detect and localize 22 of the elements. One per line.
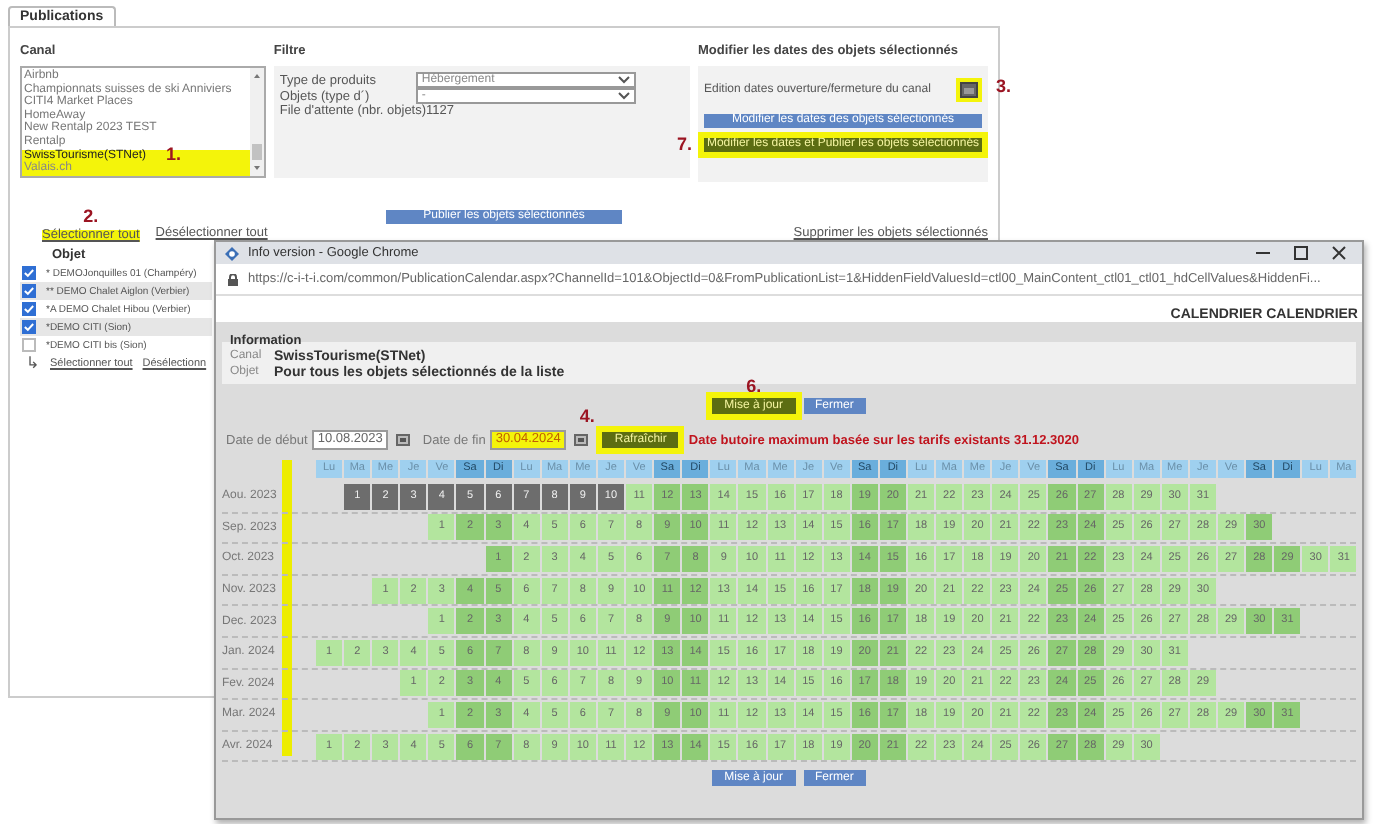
checkbox[interactable] xyxy=(22,266,36,280)
close-icon xyxy=(1332,246,1346,260)
step-number: 3. xyxy=(996,78,1012,96)
calendar-button[interactable] xyxy=(956,78,982,102)
calendar-icon xyxy=(960,82,978,98)
maximize-icon xyxy=(1294,246,1308,260)
checkbox[interactable] xyxy=(22,284,36,298)
step-number: 4. xyxy=(579,408,595,426)
scrollbar xyxy=(249,68,264,176)
checkbox[interactable] xyxy=(22,302,36,316)
checkbox[interactable] xyxy=(22,338,36,352)
step-number: 7. xyxy=(676,136,692,154)
step-number: 2. xyxy=(83,208,99,226)
arrow-glyph: ↳ xyxy=(26,356,40,372)
step-number: 6. xyxy=(746,378,762,396)
lock-icon xyxy=(228,273,238,285)
calendar-icon xyxy=(574,434,589,446)
calendar-button[interactable] xyxy=(574,434,589,446)
calendar-icon xyxy=(396,434,411,446)
minimize-icon xyxy=(1256,246,1270,260)
checkbox[interactable] xyxy=(22,320,36,334)
calendar-button[interactable] xyxy=(396,434,411,446)
